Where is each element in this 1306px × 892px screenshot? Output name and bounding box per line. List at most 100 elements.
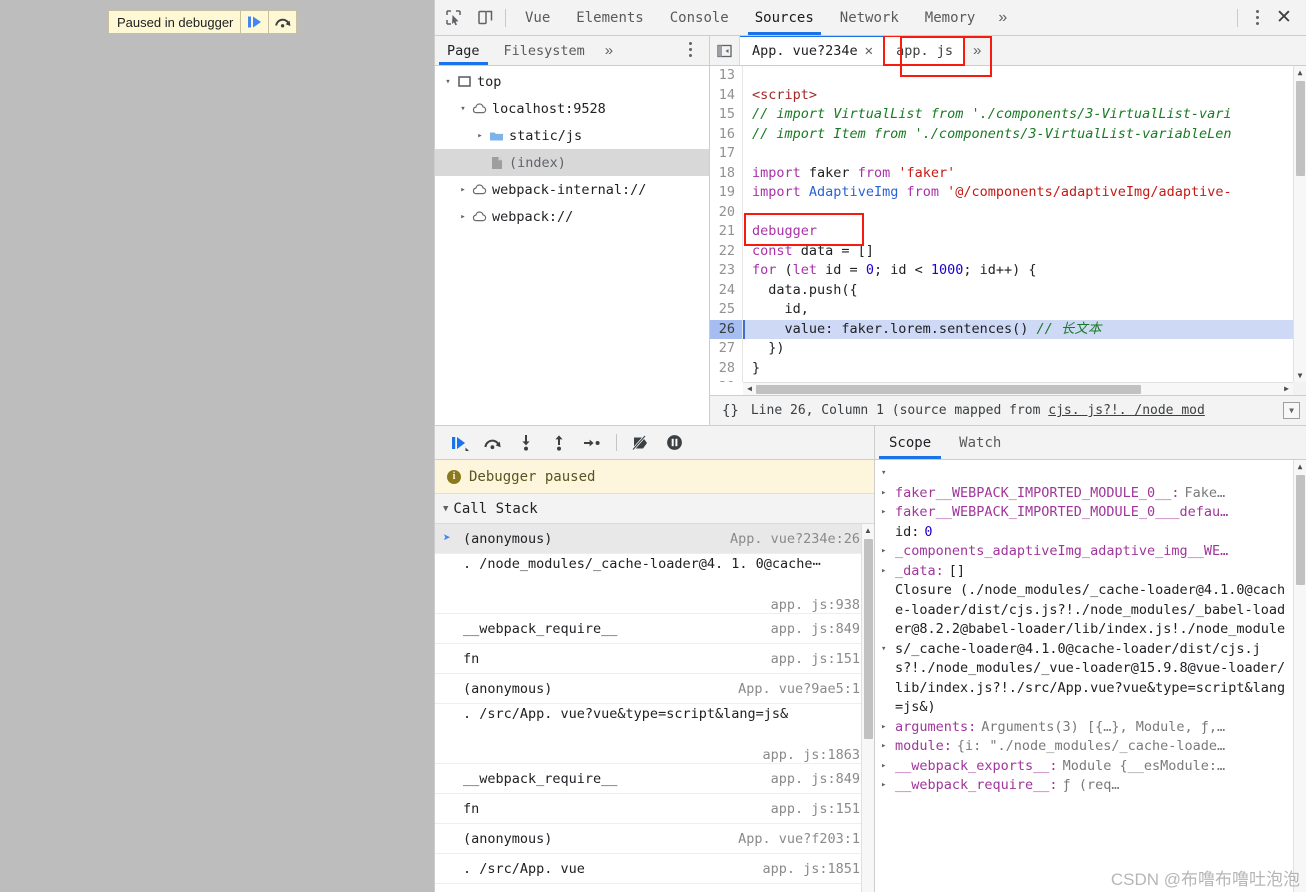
pretty-print-icon[interactable]: {}: [722, 403, 739, 419]
line-number[interactable]: 15: [710, 105, 743, 125]
show-navigator-icon[interactable]: [710, 36, 740, 65]
popout-icon[interactable]: ▼: [1283, 402, 1300, 419]
code-editor[interactable]: 13 14 <script> 15 // import VirtualList from…: [710, 66, 1306, 395]
scope-group-toggle[interactable]: ▾: [881, 464, 1290, 484]
code-line[interactable]: 26 value: faker.lorem.sentences() // 长文本: [710, 319, 1293, 339]
scope-property[interactable]: ▸ __webpack_exports__: Module {__esModule:…: [881, 757, 1290, 777]
line-number[interactable]: 21: [710, 222, 743, 242]
tree-item-index[interactable]: (index): [435, 149, 709, 176]
scroll-up-icon[interactable]: ▲: [1294, 66, 1306, 79]
tree-item-static-js[interactable]: ▸ static/js: [435, 122, 709, 149]
deactivate-breakpoints-icon[interactable]: [626, 429, 656, 457]
close-icon[interactable]: ✕: [1270, 4, 1298, 32]
tree-item-webpack-internal[interactable]: ▸ webpack-internal://: [435, 176, 709, 203]
code-line[interactable]: 24 data.push({: [710, 280, 1293, 300]
resume-icon[interactable]: [445, 429, 475, 457]
step-into-icon[interactable]: [511, 429, 541, 457]
chevron-down-icon[interactable]: ▾: [456, 104, 470, 114]
chevron-down-icon[interactable]: ▾: [441, 77, 455, 87]
line-number[interactable]: 28: [710, 358, 743, 378]
chevron-right-icon[interactable]: ▸: [881, 484, 895, 504]
scope-property[interactable]: ▸ faker__WEBPACK_IMPORTED_MODULE_0__: Fake…: [881, 484, 1290, 504]
step-over-icon[interactable]: [268, 11, 296, 33]
editor-vertical-scrollbar[interactable]: ▲ ▼: [1293, 66, 1306, 382]
scope-property[interactable]: ▸ module: {i: "./node_modules/_cache-loade…: [881, 737, 1290, 757]
tab-network[interactable]: Network: [827, 0, 912, 35]
status-source-link[interactable]: cjs. js?!. /node mod: [1048, 403, 1205, 418]
device-toolbar-icon[interactable]: [471, 4, 499, 32]
code-line[interactable]: 21 debugger: [710, 222, 1293, 242]
line-number[interactable]: 20: [710, 202, 743, 222]
chevron-right-icon[interactable]: ▸: [881, 542, 895, 562]
call-stack-frame[interactable]: __webpack_require__ app. js:849: [435, 614, 874, 644]
code-line[interactable]: 28}: [710, 358, 1293, 378]
scrollbar-thumb[interactable]: [756, 384, 1141, 394]
more-panels-icon[interactable]: »: [988, 0, 1017, 35]
pause-on-exceptions-icon[interactable]: [659, 429, 689, 457]
step-over-icon[interactable]: [478, 429, 508, 457]
chevron-right-icon[interactable]: ▸: [881, 737, 895, 757]
nav-tab-page[interactable]: Page: [435, 36, 492, 65]
tab-scope[interactable]: Scope: [875, 426, 945, 459]
code-line[interactable]: 15 // import VirtualList from './componen…: [710, 105, 1293, 125]
scope-property[interactable]: ▸ _data:[]: [881, 562, 1290, 582]
tree-item-localhost[interactable]: ▾ localhost:9528: [435, 95, 709, 122]
scope-scrollbar[interactable]: ▲: [1293, 460, 1306, 892]
line-number[interactable]: 22: [710, 241, 743, 261]
chevron-right-icon[interactable]: ▸: [881, 776, 895, 796]
tab-memory[interactable]: Memory: [912, 0, 989, 35]
line-number[interactable]: 19: [710, 183, 743, 203]
tab-vue[interactable]: Vue: [512, 0, 563, 35]
scrollbar-thumb[interactable]: [1295, 475, 1305, 585]
code-line[interactable]: 18 import faker from 'faker': [710, 163, 1293, 183]
code-line[interactable]: 23 for (let id = 0; id < 1000; id++) {: [710, 261, 1293, 281]
code-line[interactable]: 25 id,: [710, 300, 1293, 320]
call-stack-frame[interactable]: . /node_modules/_cache-loader@4. 1. 0@ca…: [435, 554, 874, 614]
scope-property[interactable]: id: 0: [881, 523, 1290, 543]
chevron-right-icon[interactable]: ▸: [881, 503, 895, 523]
line-number[interactable]: 16: [710, 124, 743, 144]
line-number[interactable]: 13: [710, 66, 743, 86]
scope-property[interactable]: ▸ __webpack_require__: ƒ (req…: [881, 776, 1290, 796]
line-number[interactable]: 23: [710, 261, 743, 281]
scope-property[interactable]: ▸ faker__WEBPACK_IMPORTED_MODULE_0___defa…: [881, 503, 1290, 523]
more-options-icon[interactable]: [1244, 5, 1270, 31]
chevron-right-icon[interactable]: ▸: [881, 562, 895, 582]
code-line[interactable]: 17: [710, 144, 1293, 164]
chevron-right-icon[interactable]: ▸: [881, 757, 895, 777]
chevron-right-icon[interactable]: ▸: [473, 131, 487, 141]
line-number[interactable]: 24: [710, 280, 743, 300]
code-line[interactable]: 16 // import Item from './components/3-Vi…: [710, 124, 1293, 144]
code-line[interactable]: 19 import AdaptiveImg from '@/components/…: [710, 183, 1293, 203]
call-stack-frame[interactable]: __webpack_require__ app. js:849: [435, 764, 874, 794]
code-line[interactable]: 20: [710, 202, 1293, 222]
call-stack-frame[interactable]: (anonymous) App. vue?f203:1: [435, 824, 874, 854]
call-stack-frame[interactable]: (anonymous) App. vue?9ae5:1: [435, 674, 874, 704]
call-stack-frame[interactable]: fn app. js:151: [435, 794, 874, 824]
scope-property[interactable]: ▸ arguments: Arguments(3) [{…}, Module, ƒ,…: [881, 718, 1290, 738]
navigator-more-options-icon[interactable]: [677, 36, 703, 62]
close-icon[interactable]: ✕: [865, 44, 873, 58]
code-line[interactable]: 22 const data = []: [710, 241, 1293, 261]
scroll-left-icon[interactable]: ◀: [743, 383, 756, 396]
call-stack-frame[interactable]: ➤ (anonymous) App. vue?234e:26: [435, 524, 874, 554]
more-file-tabs-icon[interactable]: »: [964, 36, 990, 65]
call-stack-frame[interactable]: . /src/App. vue app. js:1851: [435, 854, 874, 884]
call-stack-section-header[interactable]: ▼ Call Stack: [435, 494, 874, 524]
scroll-up-icon[interactable]: ▲: [1294, 460, 1306, 473]
line-number[interactable]: 29: [710, 378, 743, 382]
nav-tab-filesystem[interactable]: Filesystem: [492, 36, 597, 65]
line-number[interactable]: 17: [710, 144, 743, 164]
line-number[interactable]: 25: [710, 300, 743, 320]
chevron-right-icon[interactable]: ▸: [456, 212, 470, 222]
code-line[interactable]: 13: [710, 66, 1293, 86]
code-line[interactable]: 14 <script>: [710, 85, 1293, 105]
scrollbar-thumb[interactable]: [1295, 81, 1305, 176]
file-tab-app-js[interactable]: app. js: [883, 36, 966, 66]
resume-script-icon[interactable]: [240, 11, 268, 33]
file-tab-app-vue[interactable]: App. vue?234e ✕: [740, 36, 885, 65]
chevron-down-icon[interactable]: ▼: [443, 504, 448, 514]
step-out-icon[interactable]: [544, 429, 574, 457]
tab-watch[interactable]: Watch: [945, 426, 1015, 459]
line-number[interactable]: 18: [710, 163, 743, 183]
